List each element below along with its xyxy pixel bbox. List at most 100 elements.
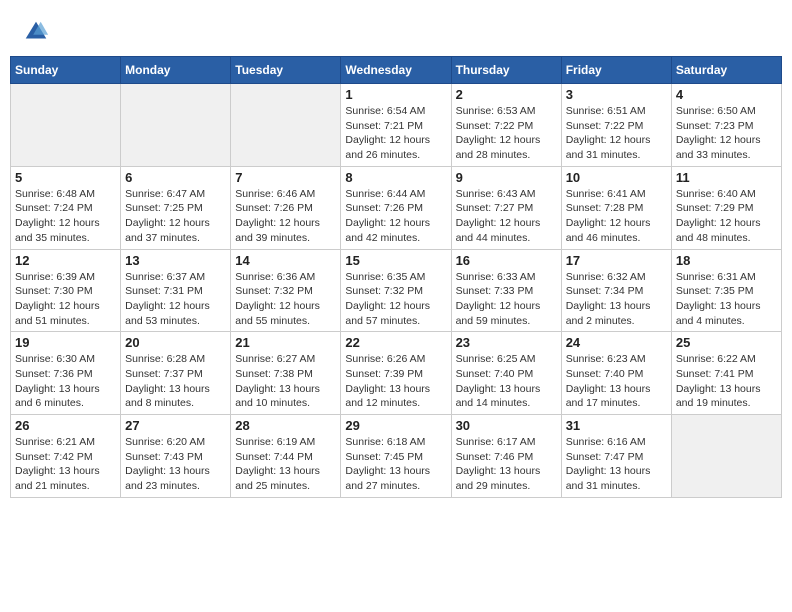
day-number: 13 bbox=[125, 253, 226, 268]
day-number: 17 bbox=[566, 253, 667, 268]
day-info: Sunrise: 6:28 AM Sunset: 7:37 PM Dayligh… bbox=[125, 352, 226, 411]
day-info: Sunrise: 6:54 AM Sunset: 7:21 PM Dayligh… bbox=[345, 104, 446, 163]
day-info: Sunrise: 6:44 AM Sunset: 7:26 PM Dayligh… bbox=[345, 187, 446, 246]
calendar-cell: 31 Sunrise: 6:16 AM Sunset: 7:47 PM Dayli… bbox=[561, 415, 671, 498]
calendar-cell bbox=[121, 84, 231, 167]
day-number: 3 bbox=[566, 87, 667, 102]
day-info: Sunrise: 6:51 AM Sunset: 7:22 PM Dayligh… bbox=[566, 104, 667, 163]
day-info: Sunrise: 6:41 AM Sunset: 7:28 PM Dayligh… bbox=[566, 187, 667, 246]
calendar-cell: 27 Sunrise: 6:20 AM Sunset: 7:43 PM Dayli… bbox=[121, 415, 231, 498]
calendar-cell bbox=[671, 415, 781, 498]
calendar-cell: 4 Sunrise: 6:50 AM Sunset: 7:23 PM Daylig… bbox=[671, 84, 781, 167]
day-info: Sunrise: 6:16 AM Sunset: 7:47 PM Dayligh… bbox=[566, 435, 667, 494]
calendar-cell bbox=[11, 84, 121, 167]
calendar-cell: 11 Sunrise: 6:40 AM Sunset: 7:29 PM Dayli… bbox=[671, 166, 781, 249]
day-number: 4 bbox=[676, 87, 777, 102]
day-info: Sunrise: 6:30 AM Sunset: 7:36 PM Dayligh… bbox=[15, 352, 116, 411]
calendar-cell: 19 Sunrise: 6:30 AM Sunset: 7:36 PM Dayli… bbox=[11, 332, 121, 415]
day-number: 16 bbox=[456, 253, 557, 268]
day-info: Sunrise: 6:47 AM Sunset: 7:25 PM Dayligh… bbox=[125, 187, 226, 246]
calendar-cell: 9 Sunrise: 6:43 AM Sunset: 7:27 PM Daylig… bbox=[451, 166, 561, 249]
day-header-tuesday: Tuesday bbox=[231, 57, 341, 84]
day-number: 27 bbox=[125, 418, 226, 433]
day-number: 1 bbox=[345, 87, 446, 102]
day-info: Sunrise: 6:37 AM Sunset: 7:31 PM Dayligh… bbox=[125, 270, 226, 329]
day-number: 5 bbox=[15, 170, 116, 185]
day-number: 9 bbox=[456, 170, 557, 185]
day-number: 20 bbox=[125, 335, 226, 350]
day-number: 2 bbox=[456, 87, 557, 102]
day-info: Sunrise: 6:33 AM Sunset: 7:33 PM Dayligh… bbox=[456, 270, 557, 329]
calendar-week-row: 26Sunrise: 6:21 AM Sunset: 7:42 PM Dayli… bbox=[11, 415, 782, 498]
day-info: Sunrise: 6:26 AM Sunset: 7:39 PM Dayligh… bbox=[345, 352, 446, 411]
day-header-sunday: Sunday bbox=[11, 57, 121, 84]
calendar-cell: 22 Sunrise: 6:26 AM Sunset: 7:39 PM Dayli… bbox=[341, 332, 451, 415]
day-number: 31 bbox=[566, 418, 667, 433]
day-info: Sunrise: 6:20 AM Sunset: 7:43 PM Dayligh… bbox=[125, 435, 226, 494]
day-number: 19 bbox=[15, 335, 116, 350]
day-number: 24 bbox=[566, 335, 667, 350]
logo bbox=[22, 18, 54, 46]
day-number: 15 bbox=[345, 253, 446, 268]
day-number: 30 bbox=[456, 418, 557, 433]
calendar-cell: 21Sunrise: 6:27 AM Sunset: 7:38 PM Dayli… bbox=[231, 332, 341, 415]
day-number: 21 bbox=[235, 335, 336, 350]
calendar-cell: 10 Sunrise: 6:41 AM Sunset: 7:28 PM Dayli… bbox=[561, 166, 671, 249]
calendar-cell: 5 Sunrise: 6:48 AM Sunset: 7:24 PM Daylig… bbox=[11, 166, 121, 249]
day-number: 11 bbox=[676, 170, 777, 185]
calendar-cell: 17 Sunrise: 6:32 AM Sunset: 7:34 PM Dayli… bbox=[561, 249, 671, 332]
day-info: Sunrise: 6:48 AM Sunset: 7:24 PM Dayligh… bbox=[15, 187, 116, 246]
calendar-cell: 12 Sunrise: 6:39 AM Sunset: 7:30 PM Dayli… bbox=[11, 249, 121, 332]
day-number: 25 bbox=[676, 335, 777, 350]
day-info: Sunrise: 6:21 AM Sunset: 7:42 PM Dayligh… bbox=[15, 435, 116, 494]
day-info: Sunrise: 6:32 AM Sunset: 7:34 PM Dayligh… bbox=[566, 270, 667, 329]
calendar-cell: 24Sunrise: 6:23 AM Sunset: 7:40 PM Dayli… bbox=[561, 332, 671, 415]
day-number: 18 bbox=[676, 253, 777, 268]
day-info: Sunrise: 6:40 AM Sunset: 7:29 PM Dayligh… bbox=[676, 187, 777, 246]
day-number: 22 bbox=[345, 335, 446, 350]
day-info: Sunrise: 6:18 AM Sunset: 7:45 PM Dayligh… bbox=[345, 435, 446, 494]
day-info: Sunrise: 6:39 AM Sunset: 7:30 PM Dayligh… bbox=[15, 270, 116, 329]
day-number: 29 bbox=[345, 418, 446, 433]
day-info: Sunrise: 6:19 AM Sunset: 7:44 PM Dayligh… bbox=[235, 435, 336, 494]
calendar-table: SundayMondayTuesdayWednesdayThursdayFrid… bbox=[10, 56, 782, 498]
day-header-wednesday: Wednesday bbox=[341, 57, 451, 84]
page-header bbox=[10, 10, 782, 50]
day-number: 8 bbox=[345, 170, 446, 185]
calendar-week-row: 12 Sunrise: 6:39 AM Sunset: 7:30 PM Dayli… bbox=[11, 249, 782, 332]
calendar-cell: 26Sunrise: 6:21 AM Sunset: 7:42 PM Dayli… bbox=[11, 415, 121, 498]
calendar-cell: 20 Sunrise: 6:28 AM Sunset: 7:37 PM Dayli… bbox=[121, 332, 231, 415]
calendar-cell: 28 Sunrise: 6:19 AM Sunset: 7:44 PM Dayli… bbox=[231, 415, 341, 498]
calendar-cell: 3 Sunrise: 6:51 AM Sunset: 7:22 PM Daylig… bbox=[561, 84, 671, 167]
day-header-friday: Friday bbox=[561, 57, 671, 84]
calendar-cell bbox=[231, 84, 341, 167]
day-info: Sunrise: 6:36 AM Sunset: 7:32 PM Dayligh… bbox=[235, 270, 336, 329]
calendar-cell: 30 Sunrise: 6:17 AM Sunset: 7:46 PM Dayli… bbox=[451, 415, 561, 498]
day-number: 10 bbox=[566, 170, 667, 185]
calendar-cell: 13 Sunrise: 6:37 AM Sunset: 7:31 PM Dayli… bbox=[121, 249, 231, 332]
day-info: Sunrise: 6:35 AM Sunset: 7:32 PM Dayligh… bbox=[345, 270, 446, 329]
day-info: Sunrise: 6:43 AM Sunset: 7:27 PM Dayligh… bbox=[456, 187, 557, 246]
day-info: Sunrise: 6:31 AM Sunset: 7:35 PM Dayligh… bbox=[676, 270, 777, 329]
calendar-week-row: 19 Sunrise: 6:30 AM Sunset: 7:36 PM Dayli… bbox=[11, 332, 782, 415]
calendar-cell: 29 Sunrise: 6:18 AM Sunset: 7:45 PM Dayli… bbox=[341, 415, 451, 498]
day-header-thursday: Thursday bbox=[451, 57, 561, 84]
calendar-cell: 6 Sunrise: 6:47 AM Sunset: 7:25 PM Daylig… bbox=[121, 166, 231, 249]
day-info: Sunrise: 6:46 AM Sunset: 7:26 PM Dayligh… bbox=[235, 187, 336, 246]
day-info: Sunrise: 6:25 AM Sunset: 7:40 PM Dayligh… bbox=[456, 352, 557, 411]
day-info: Sunrise: 6:50 AM Sunset: 7:23 PM Dayligh… bbox=[676, 104, 777, 163]
day-number: 7 bbox=[235, 170, 336, 185]
calendar-cell: 2Sunrise: 6:53 AM Sunset: 7:22 PM Daylig… bbox=[451, 84, 561, 167]
day-number: 28 bbox=[235, 418, 336, 433]
day-info: Sunrise: 6:17 AM Sunset: 7:46 PM Dayligh… bbox=[456, 435, 557, 494]
day-header-monday: Monday bbox=[121, 57, 231, 84]
day-number: 6 bbox=[125, 170, 226, 185]
day-number: 12 bbox=[15, 253, 116, 268]
calendar-week-row: 1 Sunrise: 6:54 AM Sunset: 7:21 PM Daylig… bbox=[11, 84, 782, 167]
day-number: 14 bbox=[235, 253, 336, 268]
calendar-cell: 25 Sunrise: 6:22 AM Sunset: 7:41 PM Dayli… bbox=[671, 332, 781, 415]
calendar-cell: 1 Sunrise: 6:54 AM Sunset: 7:21 PM Daylig… bbox=[341, 84, 451, 167]
day-info: Sunrise: 6:22 AM Sunset: 7:41 PM Dayligh… bbox=[676, 352, 777, 411]
calendar-cell: 14 Sunrise: 6:36 AM Sunset: 7:32 PM Dayli… bbox=[231, 249, 341, 332]
day-header-saturday: Saturday bbox=[671, 57, 781, 84]
